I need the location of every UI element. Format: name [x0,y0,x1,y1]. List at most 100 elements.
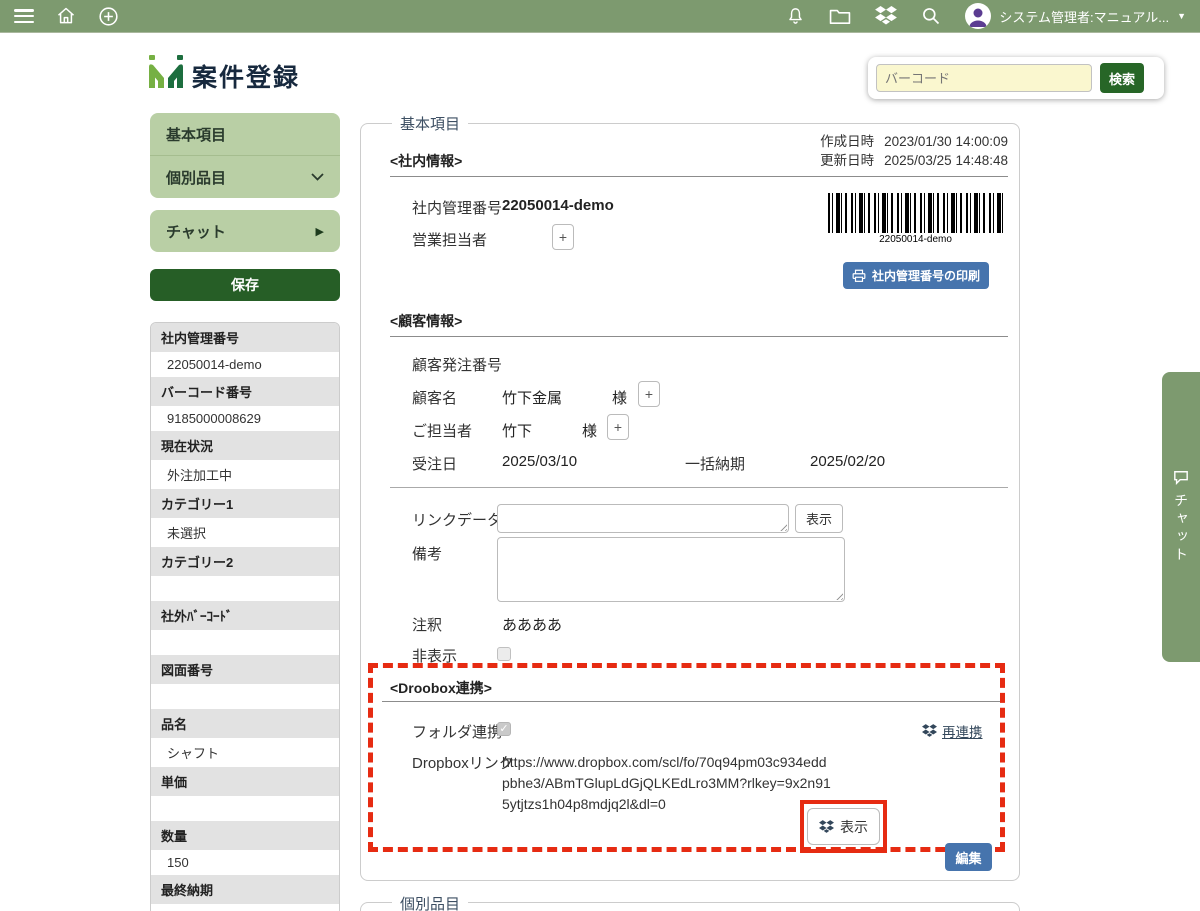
note-label: 注釈 [412,614,442,635]
control-number-value: 22050014-demo [502,197,614,214]
save-button[interactable]: 保存 [150,269,340,301]
user-menu[interactable]: システム管理者:マニュアル... ▼ [965,3,1186,29]
timestamps: 作成日時2023/01/30 14:00:09 更新日時2025/03/25 1… [700,132,1008,170]
add-sales-rep-button[interactable]: + [552,224,574,250]
menu-icon[interactable] [14,9,34,23]
printer-icon [852,269,866,282]
summary-value: 9185000008629 [151,406,339,431]
contact-person-label: ご担当者 [412,420,472,441]
customer-name-value: 竹下金属 [502,387,562,408]
print-button-label: 社内管理番号の印刷 [872,267,980,284]
relink-label: 再連携 [942,721,983,741]
chat-tab-label: チャット [1171,493,1191,565]
search-icon[interactable] [921,6,941,26]
dropbox-show-label: 表示 [840,817,868,837]
divider [390,176,1008,177]
sidebar-item-label: 基本項目 [166,124,226,145]
case-summary-list: 社内管理番号 22050014-demo バーコード番号 91850000086… [150,322,340,911]
summary-value [151,630,339,655]
dropbox-link-url: https://www.dropbox.com/scl/fo/70q94pm03… [502,752,832,815]
user-label: システム管理者:マニュアル... [999,7,1169,26]
sales-rep-label: 営業担当者 [412,229,487,250]
sidebar-chat-nav: チャット ▶ [150,210,340,252]
page-title: 案件登録 [192,58,300,94]
summary-value: 2025/03/23 [151,904,339,911]
note-value: ああああ [502,614,562,635]
summary-label: 最終納期 [151,875,339,904]
hidden-checkbox[interactable] [497,647,511,661]
summary-label: 単価 [151,767,339,796]
summary-label: カテゴリー1 [151,489,339,518]
summary-label: 図面番号 [151,655,339,684]
notifications-icon[interactable] [786,6,805,26]
folder-link-label: フォルダ連携 [412,721,502,742]
print-control-number-button[interactable]: 社内管理番号の印刷 [843,262,989,289]
avatar [965,3,991,29]
internal-info-heading: <社内情報> [390,151,462,171]
arrow-right-icon: ▶ [316,225,324,238]
due-date-value: 2025/02/20 [810,453,885,470]
add-contact-button[interactable]: + [607,414,629,440]
edit-button[interactable]: 編集 [945,843,992,871]
due-date-label: 一括納期 [685,453,745,474]
honorific-label: 様 [582,420,597,441]
link-data-label: リンクデータ [412,509,502,530]
panel-legend: 個別品目 [392,893,468,911]
updated-at-label: 更新日時 [820,153,874,168]
remarks-field-wrap [497,537,845,602]
dropbox-icon[interactable] [875,6,897,26]
customer-info-heading: <顧客情報> [390,311,462,331]
link-data-show-button[interactable]: 表示 [795,504,843,533]
customer-name-label: 顧客名 [412,387,457,408]
divider [390,487,1008,488]
created-at-value: 2023/01/30 14:00:09 [884,134,1008,149]
customer-order-no-label: 顧客発注番号 [412,354,502,375]
top-bar: システム管理者:マニュアル... ▼ [0,0,1200,33]
folder-icon[interactable] [829,7,851,25]
sidebar-item-label: 個別品目 [166,167,226,188]
summary-value [151,684,339,709]
link-data-field-wrap [497,504,789,533]
sidebar-item-items[interactable]: 個別品目 [150,156,340,198]
dropbox-show-highlight: 表示 [800,800,887,853]
dropbox-show-button[interactable]: 表示 [807,808,880,845]
summary-value [151,576,339,601]
add-customer-button[interactable]: + [638,381,660,407]
barcode-bars [828,193,1003,233]
dropbox-icon [819,820,834,834]
barcode-search-card: 検索 [868,57,1164,99]
dropbox-icon [922,724,937,738]
contact-person-value: 竹下 [502,420,532,441]
home-icon[interactable] [56,6,76,26]
chat-bubble-icon [1173,470,1189,485]
dropbox-section-heading: <Droobox連携> [390,678,492,698]
folder-link-checkbox[interactable]: ✓ [497,722,511,736]
summary-value: 外注加工中 [151,460,339,489]
summary-value: 22050014-demo [151,352,339,377]
add-icon[interactable] [98,6,119,27]
divider [390,336,1008,337]
summary-label: 数量 [151,821,339,850]
chat-side-tab[interactable]: チャット [1162,372,1200,662]
sidebar-item-label: チャット [166,221,226,242]
panel-legend: 基本項目 [392,113,468,134]
sidebar-item-chat[interactable]: チャット ▶ [150,210,340,252]
honorific-label: 様 [612,387,627,408]
app-logo [148,54,184,92]
barcode-search-input[interactable] [876,64,1092,92]
created-at-label: 作成日時 [820,134,874,149]
search-button[interactable]: 検索 [1100,63,1144,93]
remarks-label: 備考 [412,543,442,564]
relink-link[interactable]: 再連携 [922,721,983,741]
summary-label: バーコード番号 [151,377,339,406]
summary-label: 社内管理番号 [151,323,339,352]
order-date-label: 受注日 [412,453,457,474]
remarks-input[interactable] [497,537,845,602]
chevron-down-icon [311,173,324,181]
summary-label: 社外ﾊﾞｰｺｰﾄﾞ [151,601,339,630]
sidebar-item-basic[interactable]: 基本項目 [150,113,340,155]
summary-label: 品名 [151,709,339,738]
link-data-input[interactable] [497,504,789,533]
summary-value: シャフト [151,738,339,767]
divider [382,701,1000,702]
